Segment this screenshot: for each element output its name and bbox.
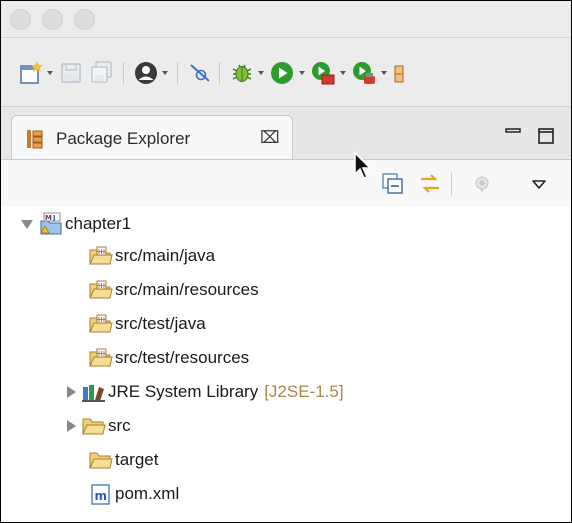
collapse-toggle-icon[interactable] <box>21 219 33 229</box>
eclipse-window: Package Explorer ⌧ M J chapter1 src/main… <box>0 0 572 523</box>
source-folder-icon <box>89 347 113 369</box>
title-bar <box>1 1 571 38</box>
tree-node-label: src/test/resources <box>115 348 250 367</box>
tree-node-source-folder[interactable]: src/test/java <box>89 309 206 339</box>
toolbar-separator <box>177 62 178 84</box>
tree-node-label: target <box>115 450 159 469</box>
main-toolbar <box>1 38 571 107</box>
close-view-icon[interactable]: ⌧ <box>260 128 280 148</box>
debug-icon[interactable] <box>229 60 255 86</box>
source-folder-icon <box>89 245 113 267</box>
tree-node-label: JRE System Library <box>108 382 259 401</box>
tree-node-project[interactable]: M J chapter1 <box>21 209 131 239</box>
toolbar-separator <box>219 62 220 84</box>
tab-package-explorer[interactable]: Package Explorer ⌧ <box>11 115 293 160</box>
maximize-view-icon[interactable] <box>537 127 555 152</box>
external-tools-icon[interactable] <box>351 60 377 86</box>
focus-on-task-icon[interactable] <box>472 174 492 199</box>
view-tab-area: Package Explorer ⌧ <box>1 107 571 160</box>
svg-text:m: m <box>95 489 108 503</box>
source-folder-icon <box>89 279 113 301</box>
project-tree: M J chapter1 src/main/java src/main/reso… <box>1 207 571 522</box>
zoom-window-button[interactable] <box>74 9 95 30</box>
toolbar-separator <box>123 62 124 84</box>
tree-node-library[interactable]: JRE System Library [J2SE-1.5] <box>67 377 344 407</box>
tab-title: Package Explorer <box>56 129 191 148</box>
tree-node-source-folder[interactable]: src/test/resources <box>89 343 249 373</box>
skip-breakpoints-icon[interactable] <box>187 60 213 86</box>
expand-toggle-icon[interactable] <box>67 420 76 432</box>
tree-node-label: src/test/java <box>115 314 206 333</box>
run-configuration-dropdown-icon[interactable] <box>340 71 346 75</box>
expand-toggle-icon[interactable] <box>67 386 76 398</box>
package-explorer-icon <box>26 129 44 154</box>
view-menu-icon[interactable] <box>531 178 547 196</box>
save-all-icon[interactable] <box>89 60 115 86</box>
library-icon <box>82 381 106 403</box>
run-icon[interactable] <box>269 60 295 86</box>
debug-dropdown-icon[interactable] <box>258 71 264 75</box>
minimize-view-icon[interactable] <box>504 127 522 146</box>
run-dropdown-icon[interactable] <box>299 71 305 75</box>
link-with-editor-icon[interactable] <box>418 172 442 201</box>
close-window-button[interactable] <box>10 9 31 30</box>
tree-node-label: chapter1 <box>65 214 132 233</box>
run-configuration-icon[interactable] <box>310 60 336 86</box>
tree-node-folder[interactable]: src <box>67 411 131 441</box>
new-wizard-dropdown-icon[interactable] <box>47 71 53 75</box>
mouse-cursor-icon <box>353 151 375 186</box>
folder-icon <box>89 449 113 471</box>
maven-project-icon: M J <box>39 212 63 235</box>
tree-node-folder[interactable]: target <box>89 445 158 475</box>
view-toolbar <box>1 159 571 208</box>
tree-node-label: pom.xml <box>115 484 180 503</box>
tree-node-label: src <box>108 416 131 435</box>
tree-node-source-folder[interactable]: src/main/java <box>89 241 215 271</box>
new-wizard-icon[interactable] <box>19 60 45 86</box>
save-icon[interactable] <box>59 60 83 86</box>
external-tools-dropdown-icon[interactable] <box>381 71 387 75</box>
tree-node-label: src/main/resources <box>115 280 259 299</box>
minimize-window-button[interactable] <box>42 9 63 30</box>
profile-icon[interactable] <box>133 60 159 86</box>
svg-text:M: M <box>45 214 52 222</box>
tree-node-label: src/main/java <box>115 246 216 265</box>
svg-text:J: J <box>52 214 56 222</box>
tree-node-file[interactable]: m pom.xml <box>89 479 179 509</box>
tree-node-decoration: [J2SE-1.5] <box>264 382 344 401</box>
source-folder-icon <box>89 313 113 335</box>
folder-icon <box>82 415 106 437</box>
profile-dropdown-icon[interactable] <box>162 71 168 75</box>
toolbar-overflow-icon[interactable] <box>393 60 405 86</box>
collapse-all-icon[interactable] <box>381 172 405 201</box>
maven-file-icon: m <box>89 483 113 505</box>
tree-node-source-folder[interactable]: src/main/resources <box>89 275 259 305</box>
view-toolbar-separator <box>451 172 452 196</box>
